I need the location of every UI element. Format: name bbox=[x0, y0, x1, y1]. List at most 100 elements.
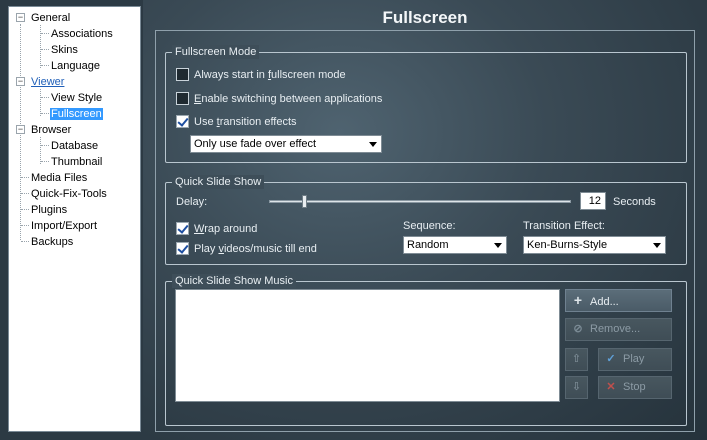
stop-x-icon: ✕ bbox=[606, 381, 616, 393]
sequence-label: Sequence: bbox=[403, 220, 456, 232]
tree-connector bbox=[21, 177, 29, 178]
tree-item-label: Thumbnail bbox=[51, 156, 103, 168]
play-videos-checkbox[interactable]: Play videos/music till end bbox=[176, 241, 317, 257]
select-value: Ken-Burns-Style bbox=[527, 239, 608, 251]
tree-item-label: Browser bbox=[31, 124, 72, 136]
checkbox-box bbox=[176, 242, 189, 255]
chevron-down-icon bbox=[653, 243, 661, 248]
transition-effect-select[interactable]: Only use fade over effect bbox=[190, 135, 382, 153]
tree-item-viewer[interactable]: Viewer bbox=[30, 74, 65, 90]
tree-item-label: Fullscreen bbox=[50, 108, 103, 120]
transition-effect-style-select[interactable]: Ken-Burns-Style bbox=[523, 236, 666, 254]
tree-item-general[interactable]: General bbox=[30, 10, 71, 26]
tree-item-label: View Style bbox=[51, 92, 103, 104]
tree-connector bbox=[41, 145, 49, 146]
tree-item-label: Associations bbox=[51, 28, 113, 40]
move-up-button[interactable]: ⇧ bbox=[565, 348, 588, 371]
use-transition-effects-checkbox[interactable]: Use transition effects bbox=[176, 114, 297, 130]
tree-item-thumbnail[interactable]: Thumbnail bbox=[50, 154, 103, 170]
tree-connector-viewer bbox=[40, 89, 41, 116]
tree-item-label: Language bbox=[51, 60, 100, 72]
settings-frame: Fullscreen Mode Always start in fullscre… bbox=[155, 30, 695, 432]
group-title: Fullscreen Mode bbox=[172, 45, 260, 59]
group-title: Quick Slide Show Music bbox=[172, 274, 296, 288]
tree-connector bbox=[41, 161, 49, 162]
checkbox-box bbox=[176, 92, 189, 105]
tree-connector-general bbox=[40, 25, 41, 68]
settings-tree[interactable]: − General Associations Skins Language − … bbox=[8, 6, 141, 432]
tree-item-label: Plugins bbox=[31, 204, 68, 216]
tree-item-fullscreen[interactable]: Fullscreen bbox=[50, 106, 103, 122]
select-value: Only use fade over effect bbox=[194, 138, 317, 150]
checkbox-box bbox=[176, 222, 189, 235]
chevron-down-icon bbox=[494, 243, 502, 248]
tree-item-browser[interactable]: Browser bbox=[30, 122, 72, 138]
checkbox-label: Enable switching between applications bbox=[194, 93, 383, 105]
move-down-button[interactable]: ⇩ bbox=[565, 376, 588, 399]
tree-connector bbox=[21, 241, 29, 242]
tree-connector-browser bbox=[40, 137, 41, 164]
music-group: Quick Slide Show Music + Add... ⊘ Remove..… bbox=[165, 274, 687, 426]
tree-item-label: Backups bbox=[31, 236, 74, 248]
stop-music-button[interactable]: ✕ Stop bbox=[598, 376, 672, 399]
tree-connector bbox=[41, 113, 49, 114]
chevron-down-icon bbox=[369, 142, 377, 147]
music-list[interactable] bbox=[175, 289, 560, 402]
tree-item-label: Skins bbox=[51, 44, 78, 56]
slider-thumb[interactable] bbox=[302, 195, 307, 208]
sequence-select[interactable]: Random bbox=[403, 236, 507, 254]
settings-panel: Fullscreen Fullscreen Mode Always start … bbox=[143, 0, 707, 440]
select-value: Random bbox=[407, 239, 449, 251]
delay-label: Delay: bbox=[176, 196, 208, 208]
tree-item-label: Media Files bbox=[31, 172, 88, 184]
tree-item-quick-fix-tools[interactable]: Quick-Fix-Tools bbox=[30, 186, 108, 202]
fullscreen-mode-group: Fullscreen Mode Always start in fullscre… bbox=[165, 45, 687, 163]
tree-item-view-style[interactable]: View Style bbox=[50, 90, 103, 106]
tree-connector bbox=[21, 193, 29, 194]
plus-icon: + bbox=[573, 292, 583, 308]
always-start-fullscreen-checkbox[interactable]: Always start in fullscreen mode bbox=[176, 67, 346, 83]
tree-item-label: General bbox=[31, 12, 71, 24]
tree-item-label: Import/Export bbox=[31, 220, 98, 232]
group-title: Quick Slide Show bbox=[172, 175, 265, 189]
collapse-icon[interactable]: − bbox=[16, 125, 25, 134]
delay-value-input[interactable]: 12 bbox=[580, 192, 606, 210]
minus-icon: ⊘ bbox=[573, 323, 583, 335]
tree-connector bbox=[21, 225, 29, 226]
button-label: Stop bbox=[623, 381, 646, 393]
checkbox-label: Play videos/music till end bbox=[194, 243, 317, 255]
checkmark-icon: ✓ bbox=[606, 353, 616, 365]
tree-item-associations[interactable]: Associations bbox=[50, 26, 114, 42]
remove-music-button[interactable]: ⊘ Remove... bbox=[565, 318, 672, 341]
tree-item-backups[interactable]: Backups bbox=[30, 234, 74, 250]
tree-item-skins[interactable]: Skins bbox=[50, 42, 79, 58]
enable-switching-checkbox[interactable]: Enable switching between applications bbox=[176, 91, 382, 107]
wrap-around-checkbox[interactable]: Wrap around bbox=[176, 221, 257, 237]
tree-item-language[interactable]: Language bbox=[50, 58, 101, 74]
transition-effect-label: Transition Effect: bbox=[523, 220, 605, 232]
slider-track bbox=[269, 200, 571, 203]
add-music-button[interactable]: + Add... bbox=[565, 289, 672, 312]
checkbox-label: Always start in fullscreen mode bbox=[194, 69, 346, 81]
tree-item-database[interactable]: Database bbox=[50, 138, 99, 154]
tree-item-plugins[interactable]: Plugins bbox=[30, 202, 68, 218]
tree-connector bbox=[41, 33, 49, 34]
tree-connector bbox=[21, 209, 29, 210]
tree-connector bbox=[41, 65, 49, 66]
quick-slide-show-group: Quick Slide Show Delay: 12 Seconds Wrap … bbox=[165, 175, 687, 265]
checkbox-box bbox=[176, 115, 189, 128]
collapse-icon[interactable]: − bbox=[16, 13, 25, 22]
tree-item-label: Viewer bbox=[31, 76, 65, 88]
tree-item-label: Database bbox=[51, 140, 99, 152]
tree-item-label: Quick-Fix-Tools bbox=[31, 188, 107, 200]
tree-item-import-export[interactable]: Import/Export bbox=[30, 218, 98, 234]
checkbox-label: Wrap around bbox=[194, 223, 258, 235]
delay-slider[interactable] bbox=[269, 193, 571, 211]
collapse-icon[interactable]: − bbox=[16, 77, 25, 86]
play-music-button[interactable]: ✓ Play bbox=[598, 348, 672, 371]
tree-item-media-files[interactable]: Media Files bbox=[30, 170, 88, 186]
tree-connector bbox=[41, 97, 49, 98]
delay-unit-label: Seconds bbox=[613, 196, 656, 208]
arrow-up-icon: ⇧ bbox=[571, 353, 582, 365]
page-title: Fullscreen bbox=[382, 8, 468, 27]
